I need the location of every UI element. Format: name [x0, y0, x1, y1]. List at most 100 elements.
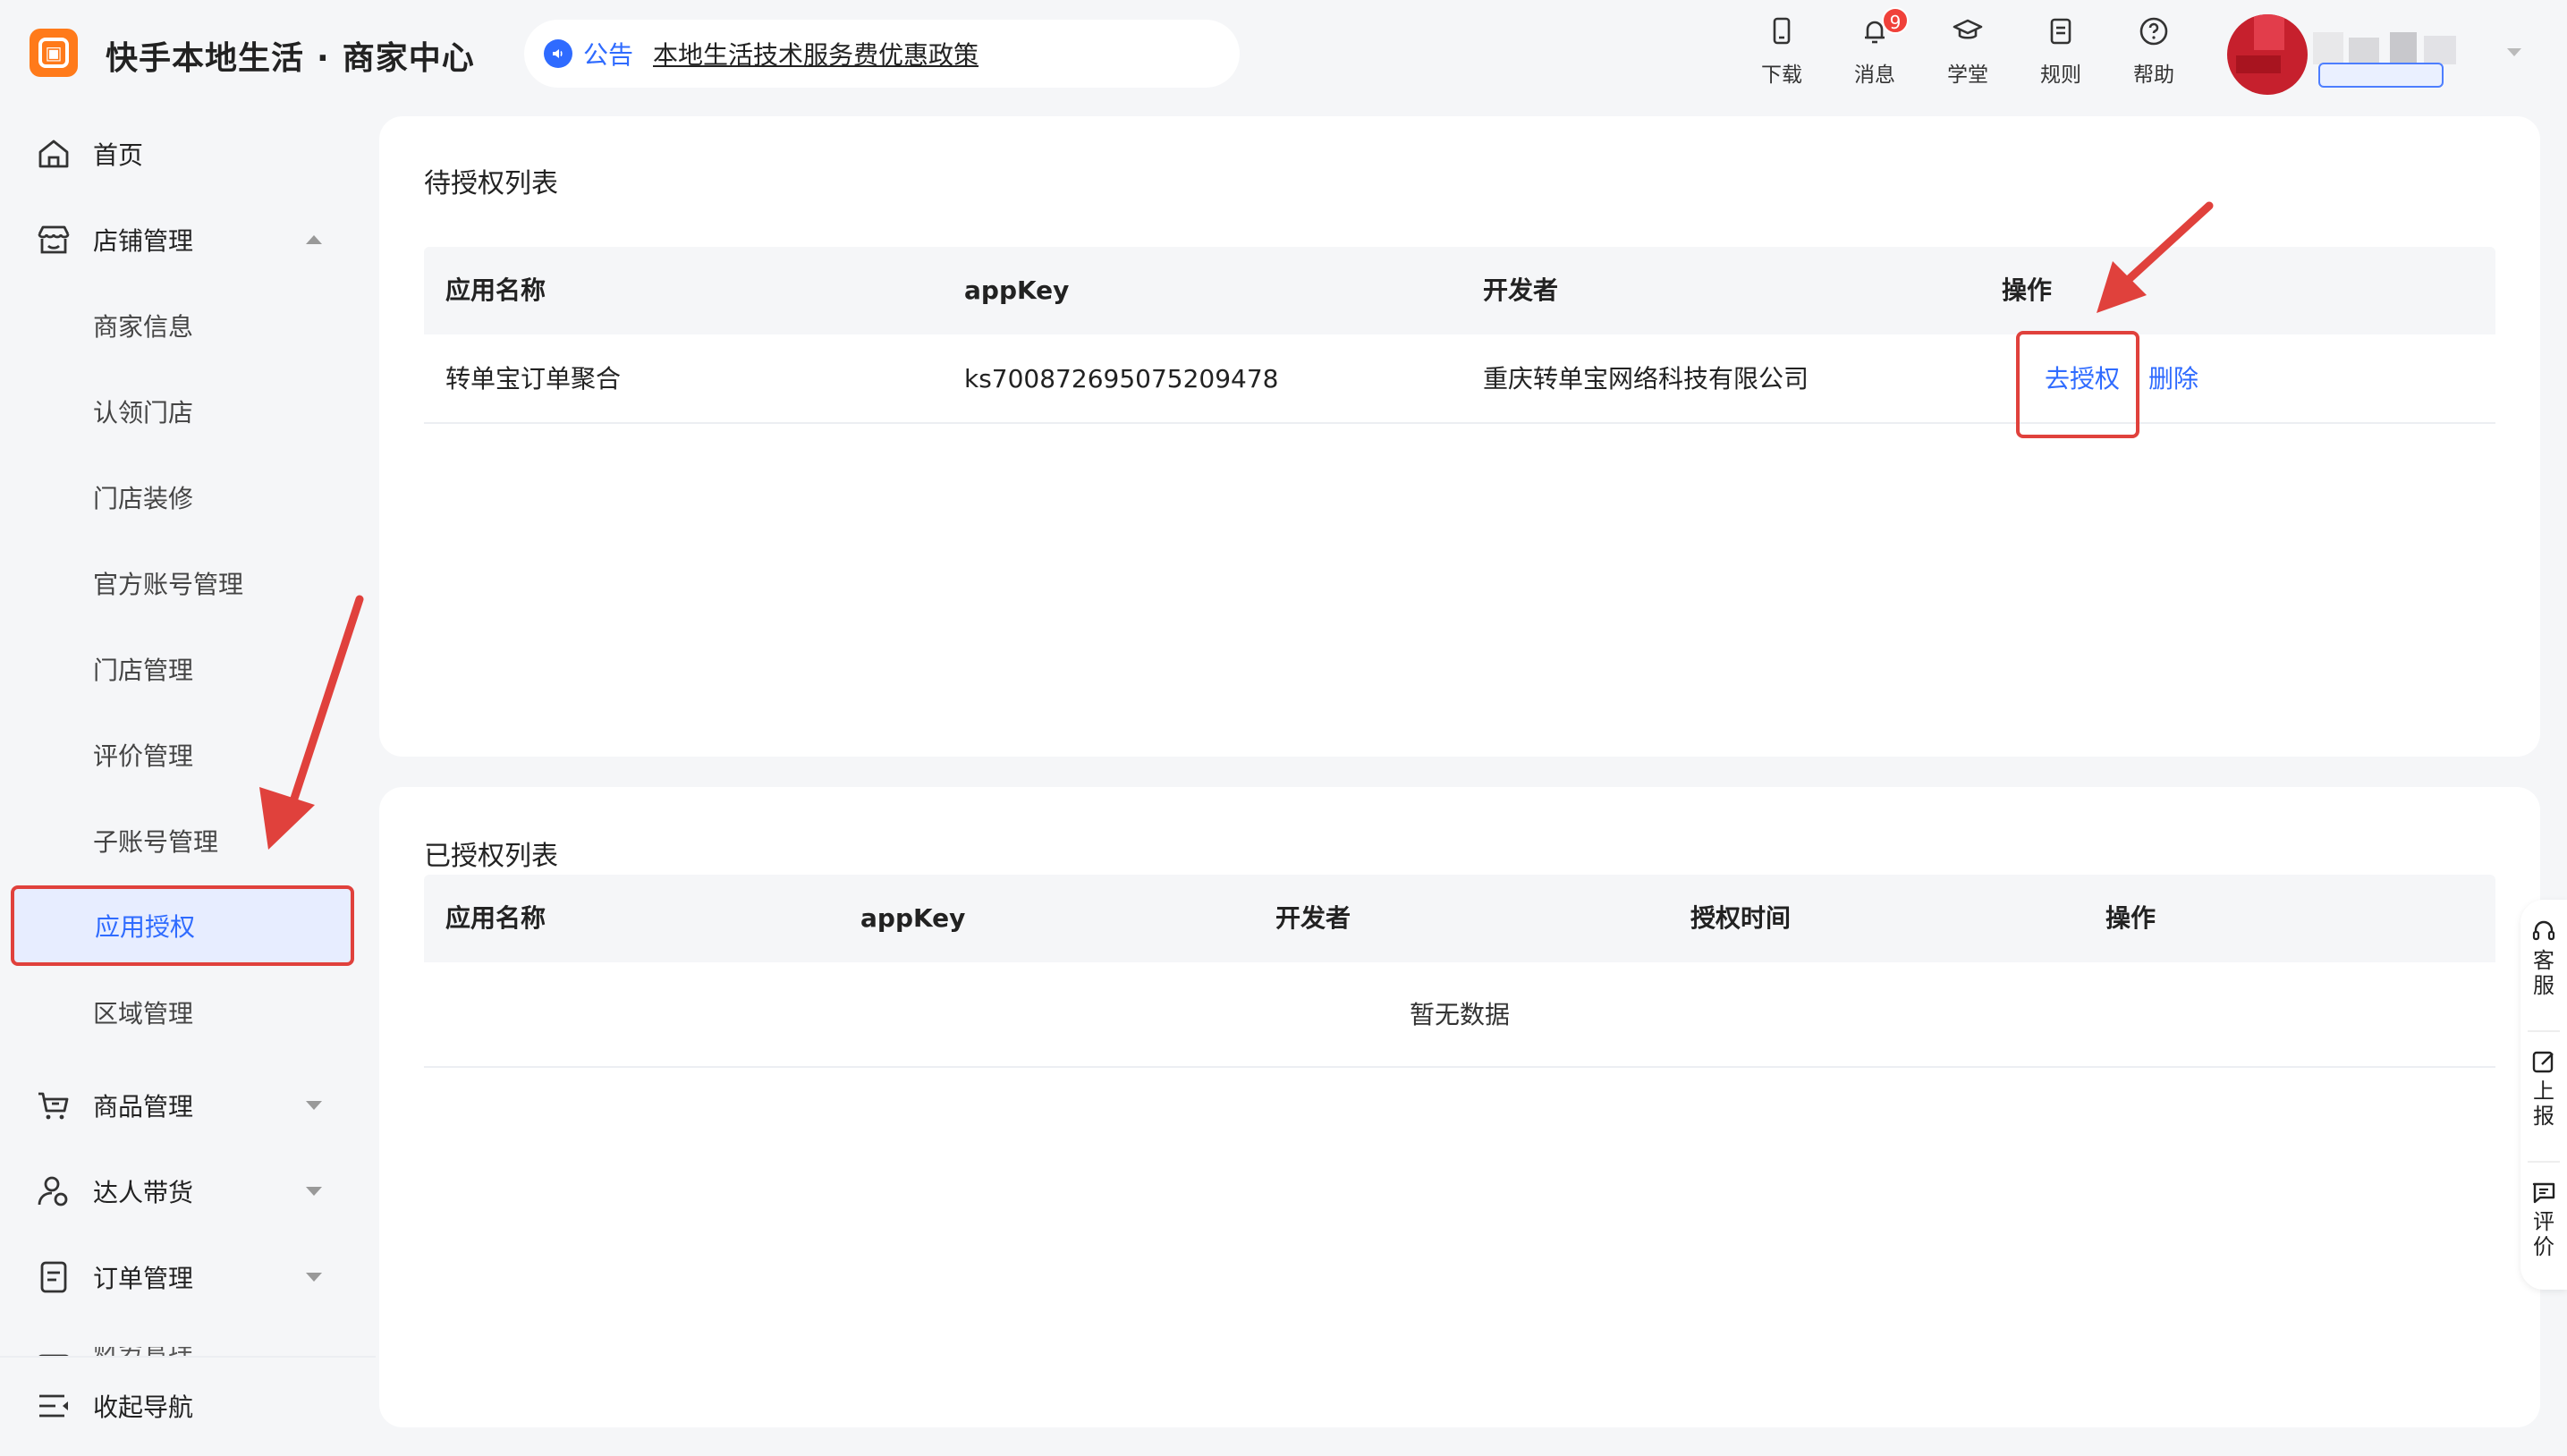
pending-list-title: 待授权列表 — [424, 168, 558, 199]
download-button[interactable]: 下载 — [1735, 14, 1828, 88]
column-header-developer: 开发者 — [1483, 275, 1559, 305]
announcement-link[interactable]: 本地生活技术服务费优惠政策 — [653, 36, 979, 72]
collapse-menu-icon — [39, 1394, 68, 1418]
authorized-table-header: 应用名称 appKey 开发者 授权时间 操作 — [424, 875, 2495, 962]
help-icon — [2139, 17, 2168, 46]
message-count-badge: 9 — [1882, 7, 1909, 34]
user-icon — [38, 1176, 68, 1206]
sidebar-item-official-account[interactable]: 官方账号管理 — [0, 540, 376, 626]
empty-state: 暂无数据 — [424, 962, 2495, 1068]
academy-button[interactable]: 学堂 — [1921, 14, 2014, 88]
rules-label: 规则 — [2040, 63, 2081, 87]
avatar[interactable] — [2227, 14, 2308, 95]
authorize-button[interactable]: 去授权 — [2045, 334, 2120, 424]
sidebar-item-label: 店铺管理 — [93, 226, 194, 256]
comment-icon — [2532, 1182, 2555, 1204]
brand-title: 快手本地生活 · 商家中心 — [106, 32, 475, 79]
sidebar-item-region-management[interactable]: 区域管理 — [0, 969, 376, 1055]
appkey-cell: ks700872695075209478 — [964, 364, 1279, 394]
document-icon — [2050, 18, 2071, 45]
collapse-nav-label: 收起导航 — [93, 1393, 194, 1422]
column-header-auth-time: 授权时间 — [1690, 903, 1792, 933]
brand-subtitle: 商家中心 — [342, 40, 475, 77]
sidebar-item-store-list[interactable]: 门店管理 — [0, 626, 376, 712]
sidebar-item-store-management[interactable]: 店铺管理 — [0, 197, 376, 283]
collapse-nav-button[interactable]: 收起导航 — [0, 1363, 376, 1449]
speaker-icon — [544, 39, 572, 68]
top-header: ▣ 快手本地生活 · 商家中心 公告 本地生活技术服务费优惠政策 下载 9 消息 — [0, 0, 2567, 107]
authorized-card: 已授权列表 应用名称 appKey 开发者 授权时间 操作 暂无数据 — [379, 787, 2540, 1427]
messages-button[interactable]: 9 消息 — [1828, 7, 1921, 88]
sidebar-item-home[interactable]: 首页 — [0, 111, 376, 197]
customer-service-label: 客服 — [2533, 948, 2554, 998]
sidebar-item-label: 评价管理 — [93, 741, 194, 771]
logo-glyph-icon: ▣ — [38, 38, 69, 68]
feedback-label: 评价 — [2533, 1209, 2554, 1259]
cart-icon — [38, 1092, 69, 1120]
sidebar-item-sub-accounts[interactable]: 子账号管理 — [0, 798, 376, 884]
download-label: 下载 — [1761, 63, 1802, 87]
headset-icon — [2532, 920, 2555, 941]
account-menu[interactable] — [2227, 5, 2521, 95]
help-button[interactable]: 帮助 — [2107, 14, 2200, 88]
page: ▣ 快手本地生活 · 商家中心 公告 本地生活技术服务费优惠政策 下载 9 消息 — [0, 0, 2567, 1456]
graduation-cap-icon — [1953, 19, 1983, 39]
help-label: 帮助 — [2133, 63, 2174, 87]
table-row: 转单宝订单聚合 ks700872695075209478 重庆转单宝网络科技有限… — [424, 331, 2495, 438]
sidebar-item-label: 子账号管理 — [93, 827, 219, 857]
brand-name: 快手本地生活 — [106, 40, 305, 77]
account-type-tag — [2318, 63, 2444, 88]
header-tools: 下载 9 消息 学堂 规则 帮助 — [1735, 7, 2200, 88]
sidebar-item-label: 官方账号管理 — [93, 570, 244, 599]
phone-icon — [1773, 17, 1791, 45]
sidebar-item-label: 门店装修 — [93, 484, 194, 513]
column-header-appkey: appKey — [860, 903, 966, 933]
chevron-up-icon[interactable] — [306, 235, 322, 244]
app-name-cell: 转单宝订单聚合 — [445, 364, 622, 394]
sidebar-item-label: 认领门店 — [93, 398, 194, 427]
chevron-down-icon[interactable] — [306, 1101, 322, 1110]
brand-dot: · — [317, 40, 330, 77]
float-divider — [2528, 1030, 2560, 1032]
rules-button[interactable]: 规则 — [2014, 14, 2107, 88]
brand-logo[interactable]: ▣ — [30, 29, 78, 77]
chevron-down-icon[interactable] — [306, 1273, 322, 1282]
sidebar-item-label: 首页 — [93, 140, 144, 170]
column-header-app-name: 应用名称 — [445, 275, 546, 305]
sidebar-item-reviews[interactable]: 评价管理 — [0, 712, 376, 798]
edit-icon — [2532, 1051, 2554, 1073]
customer-service-button[interactable]: 客服 — [2520, 918, 2567, 998]
column-header-appkey: appKey — [964, 275, 1070, 305]
sidebar-item-products[interactable]: 商品管理 — [0, 1062, 376, 1148]
column-header-actions: 操作 — [2105, 903, 2156, 933]
messages-label: 消息 — [1854, 63, 1895, 87]
authorized-list-title: 已授权列表 — [424, 841, 558, 872]
float-divider — [2528, 1161, 2560, 1163]
order-icon — [40, 1261, 67, 1293]
sidebar-item-merchant-info[interactable]: 商家信息 — [0, 283, 376, 368]
column-header-app-name: 应用名称 — [445, 903, 546, 933]
pending-authorization-card: 待授权列表 应用名称 appKey 开发者 操作 转单宝订单聚合 ks70087… — [379, 116, 2540, 757]
report-button[interactable]: 上报 — [2520, 1048, 2567, 1129]
sidebar-item-influencer[interactable]: 达人带货 — [0, 1148, 376, 1234]
feedback-button[interactable]: 评价 — [2520, 1179, 2567, 1259]
store-icon — [38, 225, 70, 254]
sidebar-item-claim-store[interactable]: 认领门店 — [0, 368, 376, 454]
sidebar-item-store-decoration[interactable]: 门店装修 — [0, 454, 376, 540]
sidebar-item-label: 区域管理 — [93, 999, 194, 1029]
developer-cell: 重庆转单宝网络科技有限公司 — [1483, 364, 1809, 394]
sidebar-item-label: 商家信息 — [93, 312, 194, 342]
sidebar-item-label: 订单管理 — [93, 1264, 194, 1293]
sidebar-item-label: 达人带货 — [93, 1178, 194, 1207]
delete-button[interactable]: 删除 — [2148, 334, 2198, 424]
report-label: 上报 — [2533, 1079, 2554, 1129]
chevron-down-icon[interactable] — [306, 1187, 322, 1196]
sidebar-item-orders[interactable]: 订单管理 — [0, 1234, 376, 1320]
home-icon — [38, 140, 69, 168]
floating-toolbar: 客服 上报 评价 — [2520, 900, 2567, 1290]
column-header-actions: 操作 — [2002, 275, 2053, 305]
column-header-developer: 开发者 — [1275, 903, 1351, 933]
announcement-bar[interactable]: 公告 本地生活技术服务费优惠政策 — [524, 20, 1240, 88]
chevron-down-icon[interactable] — [2507, 48, 2521, 56]
sidebar-item-app-authorization[interactable]: 应用授权 — [11, 885, 354, 966]
